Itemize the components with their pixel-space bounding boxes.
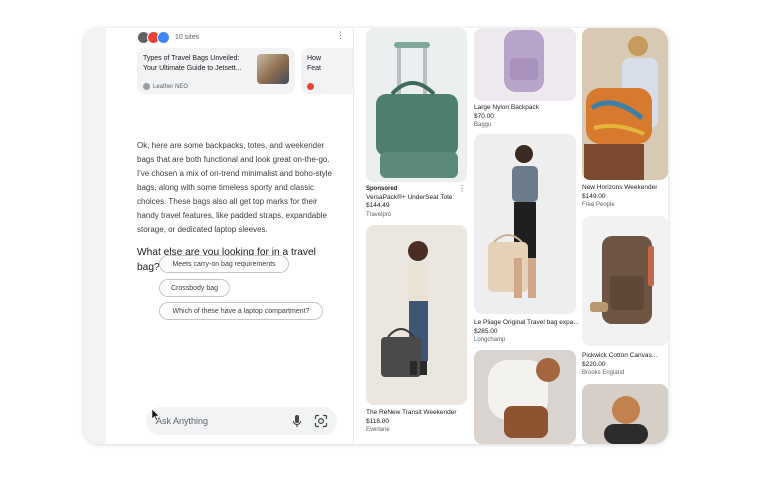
product-store: Longchamp: [474, 337, 506, 343]
app-window: 10 sites ⋮ Types of Travel Bags Unveiled…: [84, 28, 668, 444]
answer-text: Ok, here are some backpacks, totes, and …: [137, 141, 332, 234]
source-card-site: Leather NEO: [143, 83, 188, 90]
source-card-thumbnail: [257, 54, 289, 84]
product-info[interactable]: Large Nylon Backpack $70.00 Baggu: [474, 104, 539, 130]
suggestion-chip-label: Meets carry-on bag requirements: [172, 260, 276, 268]
portrait-illustration: [604, 396, 648, 444]
lens-icon[interactable]: [314, 414, 328, 428]
sources-row[interactable]: 10 sites: [137, 30, 199, 44]
purple-backpack-illustration: [504, 30, 544, 92]
product-image[interactable]: [582, 384, 668, 444]
source-card-site: [307, 83, 317, 90]
product-title: Pickwick Cotton Canvas...: [582, 352, 658, 359]
product-store: Baggu: [474, 122, 492, 128]
mic-icon[interactable]: [291, 414, 303, 428]
suggestion-chip[interactable]: Crossbody bag: [159, 279, 230, 297]
product-price: $70.00: [474, 112, 494, 120]
source-card[interactable]: How Feat: [301, 48, 353, 94]
product-info[interactable]: Pickwick Cotton Canvas... $220.00 Brooks…: [582, 352, 657, 378]
source-card-title: Types of Travel Bags Unveiled: Your Ulti…: [143, 55, 242, 72]
source-card[interactable]: Types of Travel Bags Unveiled: Your Ulti…: [137, 48, 295, 94]
product-image[interactable]: [474, 350, 576, 444]
product-grid: Sponsored VersaPack®+ UnderSeat Tote $14…: [354, 28, 668, 444]
product-title: VersaPack®+ UnderSeat Tote: [366, 193, 453, 201]
ask-input[interactable]: Ask Anything: [146, 407, 337, 435]
product-store: Free People: [582, 202, 615, 208]
more-options-icon[interactable]: ⋮: [336, 31, 345, 40]
model-with-beige-bag-illustration: [488, 145, 538, 298]
sponsored-label: Sponsored: [366, 186, 398, 192]
suggestion-chip-label: Which of these have a laptop compartment…: [172, 307, 310, 315]
product-image[interactable]: [582, 28, 668, 180]
sources-count: 10 sites: [175, 33, 200, 41]
product-price: $118.00: [366, 417, 390, 425]
product-title: The ReNew Transit Weekender: [366, 409, 457, 416]
more-options-icon[interactable]: ⋮: [458, 184, 466, 193]
side-rail: [84, 28, 106, 444]
suggestion-chip-label: Crossbody bag: [170, 284, 219, 292]
product-store: Travelpro: [366, 211, 392, 218]
green-tote-illustration: [376, 42, 458, 178]
source-card-site-name: Leather NEO: [153, 83, 189, 90]
product-title: New Horizons Weekender: [582, 184, 658, 191]
product-image[interactable]: [366, 28, 467, 182]
chat-panel: 10 sites ⋮ Types of Travel Bags Unveiled…: [106, 28, 353, 444]
product-info[interactable]: Sponsored VersaPack®+ UnderSeat Tote $14…: [366, 185, 453, 219]
ask-input-placeholder: Ask Anything: [156, 416, 209, 426]
product-info[interactable]: The ReNew Transit Weekender $118.00 Ever…: [366, 409, 457, 435]
source-favicon-icon: [157, 30, 170, 44]
product-title: Large Nylon Backpack: [474, 104, 540, 111]
model-with-colorful-bag-illustration: [584, 36, 658, 180]
source-card-title: How Feat: [307, 55, 322, 72]
site-favicon-icon: [143, 83, 150, 90]
product-price: $144.49: [366, 202, 390, 209]
product-price: $285.00: [474, 327, 498, 335]
site-favicon-icon: [307, 83, 314, 90]
canvas-backpack-illustration: [590, 236, 654, 324]
model-with-leather-bag-illustration: [488, 358, 560, 438]
product-price: $149.00: [582, 192, 606, 200]
product-image[interactable]: [474, 134, 576, 314]
product-store: Everlane: [366, 427, 390, 433]
product-image[interactable]: [366, 225, 467, 405]
mouse-cursor-icon: [152, 409, 160, 421]
product-price: $220.00: [582, 360, 606, 368]
product-title: Le Pliage Original Travel bag expa...: [474, 319, 579, 326]
product-store: Brooks England: [582, 370, 625, 376]
product-info[interactable]: Le Pliage Original Travel bag expa... $2…: [474, 319, 579, 345]
product-image[interactable]: [582, 216, 668, 346]
model-with-black-tote-illustration: [381, 241, 428, 377]
suggestion-chip[interactable]: Meets carry-on bag requirements: [159, 255, 289, 273]
suggestion-chip[interactable]: Which of these have a laptop compartment…: [159, 302, 323, 320]
product-info[interactable]: New Horizons Weekender $149.00 Free Peop…: [582, 184, 657, 210]
product-image[interactable]: [474, 28, 576, 101]
